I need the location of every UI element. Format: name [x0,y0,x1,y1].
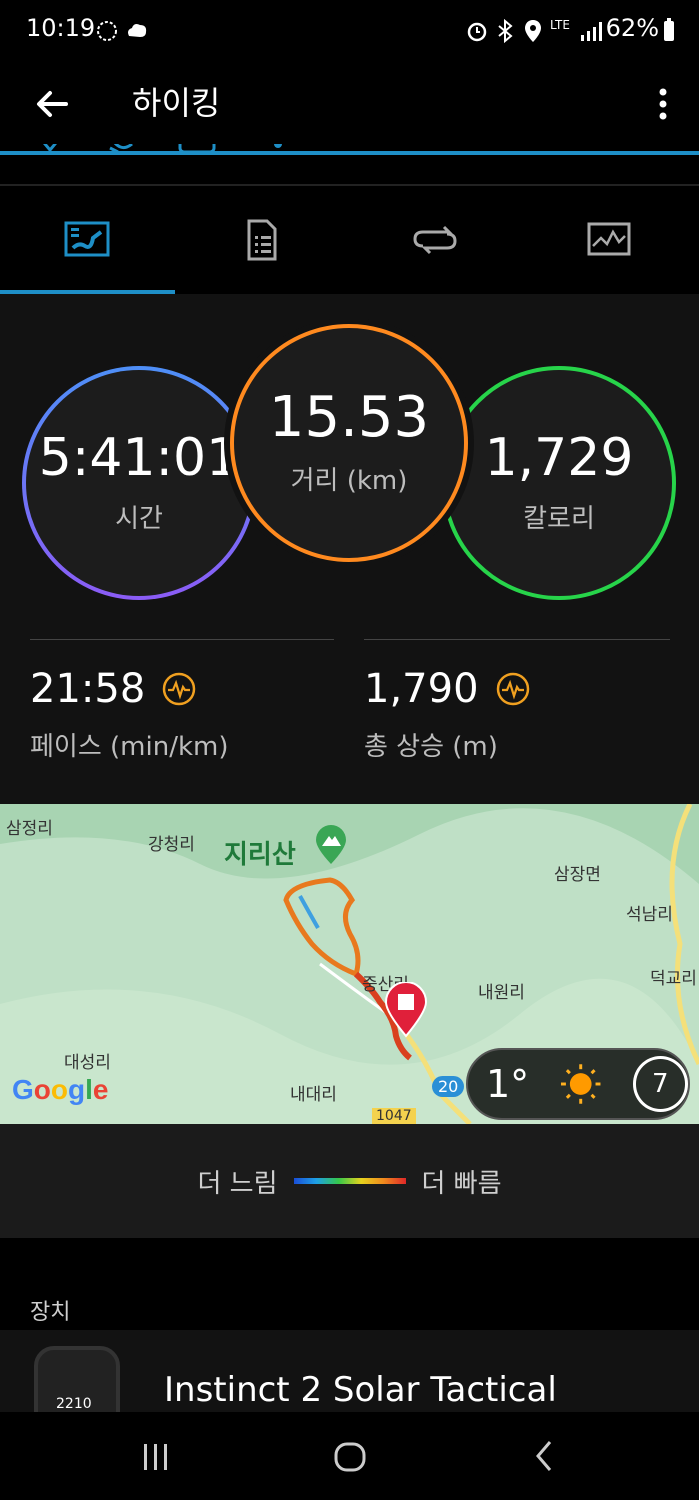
calories-label: 칼로리 [523,503,595,534]
legend-fast: 더 빠름 [421,1168,502,1199]
tab-bar [0,186,699,294]
status-time: 10:19 [26,14,96,42]
device-section-header: 장치 [0,1238,699,1330]
watch-image: 2210 [34,1346,120,1412]
battery-percent: 62% [605,14,659,42]
more-options-icon[interactable] [651,80,675,128]
distance-circle: 15.53 거리 (km) [230,324,468,562]
place-label: 강청리 [148,835,195,855]
map-icon [64,221,110,257]
chart-icon [587,222,631,256]
pace-legend: 더 느림 더 빠름 [0,1124,699,1238]
google-logo: Google [12,1074,109,1105]
moon-day: 7 [652,1069,669,1099]
details-tab[interactable] [174,186,348,294]
device-row[interactable]: 2210 Instinct 2 Solar Tactical [0,1330,699,1412]
calories-value: 1,729 [484,427,634,488]
pace-value: 21:58 [30,666,146,712]
mountain-pin-icon[interactable] [314,824,348,866]
time-circle: 5:41:01 시간 [22,366,256,600]
location-icon [525,20,541,42]
pulse-icon[interactable] [495,671,531,707]
place-label: 덕교리 [650,969,697,989]
weather-badge[interactable]: 1° 7 [466,1048,690,1120]
place-label: 대성리 [64,1053,111,1073]
ascent-value: 1,790 [364,666,479,712]
temperature: 1° [486,1062,530,1106]
pace-metric: 21:58 페이스 (min/km) [30,666,229,763]
place-label: 내대리 [290,1085,337,1105]
bluetooth-icon [498,18,513,44]
back-nav-icon[interactable] [526,1436,566,1476]
alarm-icon [467,22,487,42]
header-strip [0,144,699,186]
peak-label: 지리산 [224,840,296,870]
stats-panel: 5:41:01 시간 1,729 칼로리 15.53 거리 (km) 21:58… [0,294,699,804]
device-name: Instinct 2 Solar Tactical [164,1370,557,1410]
distance-value: 15.53 [268,384,430,450]
pulse-icon[interactable] [161,671,197,707]
road-number: 1047 [372,1108,416,1124]
network-type: LTE [550,18,570,32]
distance-label: 거리 (km) [290,465,408,496]
divider [30,639,334,640]
charts-tab[interactable] [522,186,696,294]
pace-label: 페이스 (min/km) [30,732,229,762]
device-section-label: 장치 [30,1300,71,1325]
loop-icon [413,225,457,255]
signal-icon [581,22,602,41]
place-label: 석남리 [626,905,673,925]
document-icon [247,219,277,261]
place-label: 삼장면 [554,865,601,885]
battery-icon [664,18,674,41]
legend-slow: 더 느림 [197,1168,278,1199]
route-map[interactable]: 삼정리 강청리 지리산 삼장면 석남리 내원리 덕교리 중산리 대성리 내대리 … [0,804,699,1124]
place-label: 내원리 [478,983,525,1003]
status-bar: 10:19 LTE 62% [0,0,699,64]
end-marker-icon[interactable] [384,982,428,1038]
back-arrow-icon[interactable] [28,80,76,128]
page-title: 하이킹 [132,84,221,122]
road-number: 20 [432,1076,465,1097]
time-label: 시간 [115,503,163,534]
recent-apps-icon[interactable] [136,1436,176,1476]
moon-phase-icon: 7 [632,1056,688,1112]
runner-icon [97,21,117,41]
map-tab[interactable] [0,186,174,294]
pace-gradient-bar [293,1178,406,1184]
divider [364,639,670,640]
ascent-metric: 1,790 총 상승 (m) [364,666,531,763]
ascent-label: 총 상승 (m) [364,732,498,762]
sun-icon [561,1064,601,1104]
calories-circle: 1,729 칼로리 [442,366,676,600]
system-nav-bar [0,1412,699,1500]
partial-icons [43,144,282,154]
place-label: 삼정리 [6,819,53,839]
app-bar: 하이킹 [0,64,699,144]
watch-face-time: 2210 [56,1396,92,1412]
time-value: 5:41:01 [38,427,240,488]
home-icon[interactable] [330,1436,370,1476]
laps-tab[interactable] [348,186,522,294]
cloud-icon [128,24,147,37]
